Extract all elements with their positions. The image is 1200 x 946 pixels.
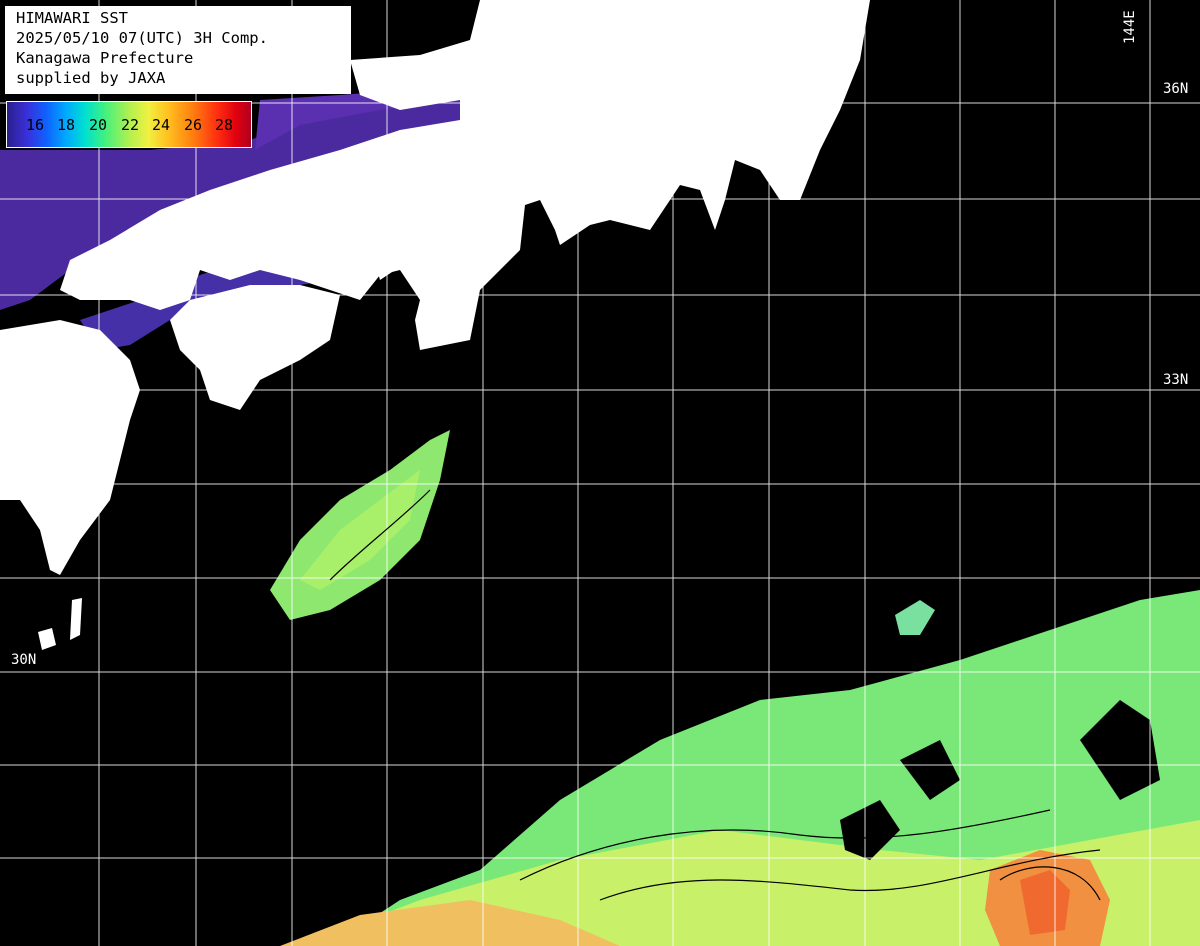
title-line-2: 2025/05/10 07(UTC) 3H Comp. bbox=[16, 29, 268, 47]
lon-label-144e: 144E bbox=[1122, 10, 1138, 44]
legend-tick: 22 bbox=[121, 116, 140, 134]
sst-color-legend: 16 18 20 22 24 26 28 bbox=[6, 101, 252, 148]
legend-tick: 16 bbox=[26, 116, 45, 134]
title-line-4: supplied by JAXA bbox=[16, 69, 166, 87]
map-title-box: HIMAWARI SST 2025/05/10 07(UTC) 3H Comp.… bbox=[5, 6, 351, 94]
title-line-3: Kanagawa Prefecture bbox=[16, 49, 194, 67]
lat-label-33n: 33N bbox=[1163, 372, 1189, 388]
lat-label-36n: 36N bbox=[1163, 81, 1189, 97]
legend-tick: 18 bbox=[57, 116, 76, 134]
legend-tick: 28 bbox=[215, 116, 234, 134]
lon-label-136e: 136E bbox=[484, 6, 500, 40]
legend-tick: 20 bbox=[89, 116, 108, 134]
title-line-1: HIMAWARI SST bbox=[16, 9, 128, 27]
lat-label-30n: 30N bbox=[11, 652, 37, 668]
legend-tick: 24 bbox=[152, 116, 171, 134]
legend-tick: 26 bbox=[184, 116, 203, 134]
